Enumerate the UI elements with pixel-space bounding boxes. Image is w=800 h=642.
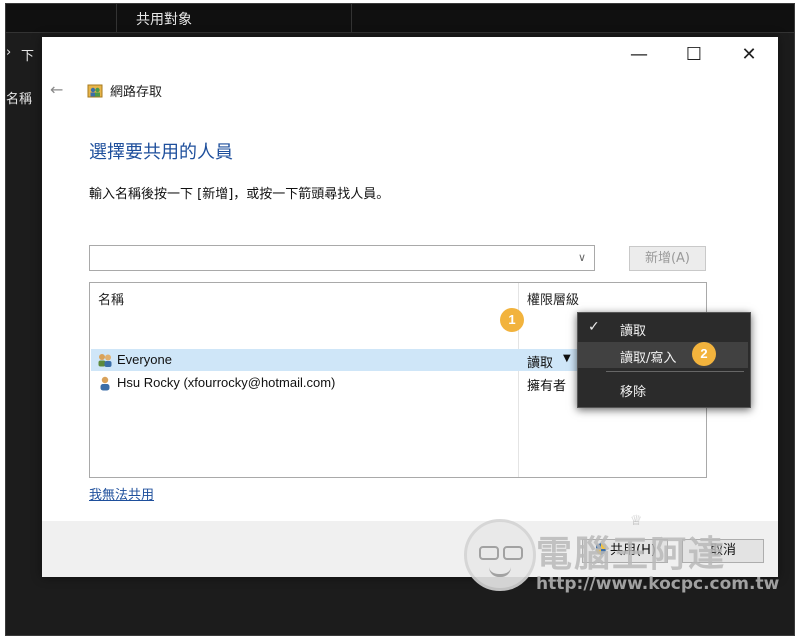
menu-separator [606,371,744,372]
title-divider [351,4,352,32]
explorer-column-label: 名稱 [6,92,33,107]
explorer-nav-arrow[interactable]: › [6,45,11,60]
add-button[interactable]: 新增(A) [629,246,706,271]
menu-item-label: 讀取 [620,324,647,339]
user-name: Everyone [117,352,172,367]
step-badge-1: 1 [500,308,524,332]
maximize-button[interactable]: ☐ [671,43,717,67]
menu-item-remove[interactable]: 移除 [578,376,748,402]
column-header-name[interactable]: 名稱 [98,289,124,308]
title-divider [116,4,117,32]
mascot-glasses [479,546,499,560]
column-header-permission[interactable]: 權限層級 [527,289,579,308]
instruction-text: 輸入名稱後按一下 [新增]，或按一下箭頭尋找人員。 [89,187,390,202]
trouble-sharing-link[interactable]: 我無法共用 [89,484,154,503]
watermark-title: 電腦王阿達 [536,534,727,575]
permission-level[interactable]: 讀取 [527,352,553,371]
watermark-url: http://www.kocpc.com.tw [536,574,780,594]
menu-item-label: 移除 [620,385,647,400]
watermark-mascot-icon [464,519,536,591]
permission-level: 擁有者 [527,379,567,394]
chevron-down-icon[interactable]: ∨ [572,246,592,270]
mascot-mouth [489,566,511,577]
permission-menu: ✓ 讀取 讀取/寫入 移除 [577,312,751,408]
page-title: 選擇要共用的人員 [89,142,233,163]
close-button[interactable]: ✕ [726,43,772,67]
user-icon [100,376,110,391]
menu-item-read[interactable]: ✓ 讀取 [578,315,748,341]
network-users-icon [87,84,103,98]
user-name: Hsu Rocky (xfourrocky@hotmail.com) [117,375,336,390]
menu-item-read-write[interactable]: 讀取/寫入 [578,342,748,368]
menu-item-label: 讀取/寫入 [620,351,677,366]
minimize-button[interactable]: — [616,43,662,67]
explorer-nav-text[interactable]: 下 [21,45,34,64]
explorer-title: 共用對象 [136,12,192,28]
dialog-nav-title: 網路存取 [110,85,163,100]
step-badge-2: 2 [692,342,716,366]
explorer-titlebar: 共用對象 [6,4,794,33]
name-input-combobox[interactable]: ∨ [89,245,595,271]
back-arrow-icon[interactable]: ← [50,80,63,99]
group-icon [98,354,112,367]
checkmark-icon: ✓ [588,319,600,335]
network-access-dialog: — ☐ ✕ ← 網路存取 選擇要共用的人員 輸入名稱後按一下 [新增]，或按一下… [42,37,778,577]
mascot-glasses [503,546,523,560]
permission-dropdown-icon[interactable]: ▼ [563,353,571,364]
